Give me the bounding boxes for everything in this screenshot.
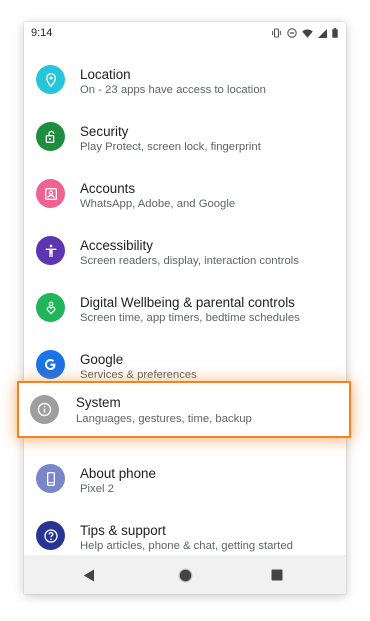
status-time: 9:14 bbox=[31, 27, 53, 39]
phone-icon bbox=[36, 464, 65, 493]
settings-item-about-phone[interactable]: About phone Pixel 2 bbox=[24, 451, 346, 508]
vibrate-icon bbox=[271, 28, 282, 38]
settings-item-digital-wellbeing[interactable]: Digital Wellbeing & parental controls Sc… bbox=[24, 280, 346, 337]
home-circle-icon[interactable] bbox=[176, 566, 194, 584]
settings-item-subtitle: Languages, gestures, time, backup bbox=[76, 413, 252, 425]
help-question-icon bbox=[36, 521, 65, 550]
settings-item-title: System bbox=[76, 395, 121, 410]
recents-square-icon[interactable] bbox=[268, 566, 286, 584]
settings-item-subtitle: Play Protect, screen lock, fingerprint bbox=[80, 141, 261, 153]
wifi-icon bbox=[302, 29, 313, 38]
settings-item-subtitle: Help articles, phone & chat, getting sta… bbox=[80, 540, 293, 552]
phone-screen: 9:14 Location On - 23 apps have access t… bbox=[24, 22, 346, 594]
info-icon bbox=[30, 395, 59, 424]
settings-item-title: Location bbox=[80, 67, 131, 82]
settings-item-accessibility[interactable]: Accessibility Screen readers, display, i… bbox=[24, 223, 346, 280]
settings-item-title: Tips & support bbox=[80, 523, 166, 538]
settings-item-subtitle: Screen readers, display, interaction con… bbox=[80, 255, 299, 267]
accessibility-person-icon bbox=[36, 236, 65, 265]
settings-item-title: About phone bbox=[80, 466, 156, 481]
do-not-disturb-icon bbox=[287, 28, 297, 38]
location-pin-icon bbox=[36, 65, 65, 94]
unlocked-padlock-icon bbox=[36, 122, 65, 151]
settings-item-accounts[interactable]: Accounts WhatsApp, Adobe, and Google bbox=[24, 166, 346, 223]
status-bar: 9:14 bbox=[24, 22, 346, 44]
signal-icon bbox=[318, 28, 327, 38]
settings-item-subtitle: WhatsApp, Adobe, and Google bbox=[80, 198, 236, 210]
navigation-bar bbox=[24, 555, 346, 594]
battery-icon bbox=[332, 28, 338, 38]
settings-item-title: Digital Wellbeing & parental controls bbox=[80, 295, 295, 310]
settings-item-title: Accounts bbox=[80, 181, 136, 196]
settings-item-system[interactable]: System Languages, gestures, time, backup bbox=[17, 381, 351, 438]
settings-item-title: Google bbox=[80, 352, 124, 367]
settings-item-title: Accessibility bbox=[80, 238, 153, 253]
account-box-icon bbox=[36, 179, 65, 208]
settings-item-location[interactable]: Location On - 23 apps have access to loc… bbox=[24, 52, 346, 109]
settings-item-subtitle: Pixel 2 bbox=[80, 483, 114, 495]
settings-item-subtitle: Services & preferences bbox=[80, 369, 197, 381]
settings-item-subtitle: On - 23 apps have access to location bbox=[80, 84, 266, 96]
google-g-icon bbox=[36, 350, 65, 379]
status-icons bbox=[271, 28, 338, 38]
settings-item-title: Security bbox=[80, 124, 129, 139]
settings-item-subtitle: Screen time, app timers, bedtime schedul… bbox=[80, 312, 300, 324]
back-triangle-icon[interactable] bbox=[80, 566, 98, 584]
wellbeing-heart-icon bbox=[36, 293, 65, 322]
settings-item-security[interactable]: Security Play Protect, screen lock, fing… bbox=[24, 109, 346, 166]
